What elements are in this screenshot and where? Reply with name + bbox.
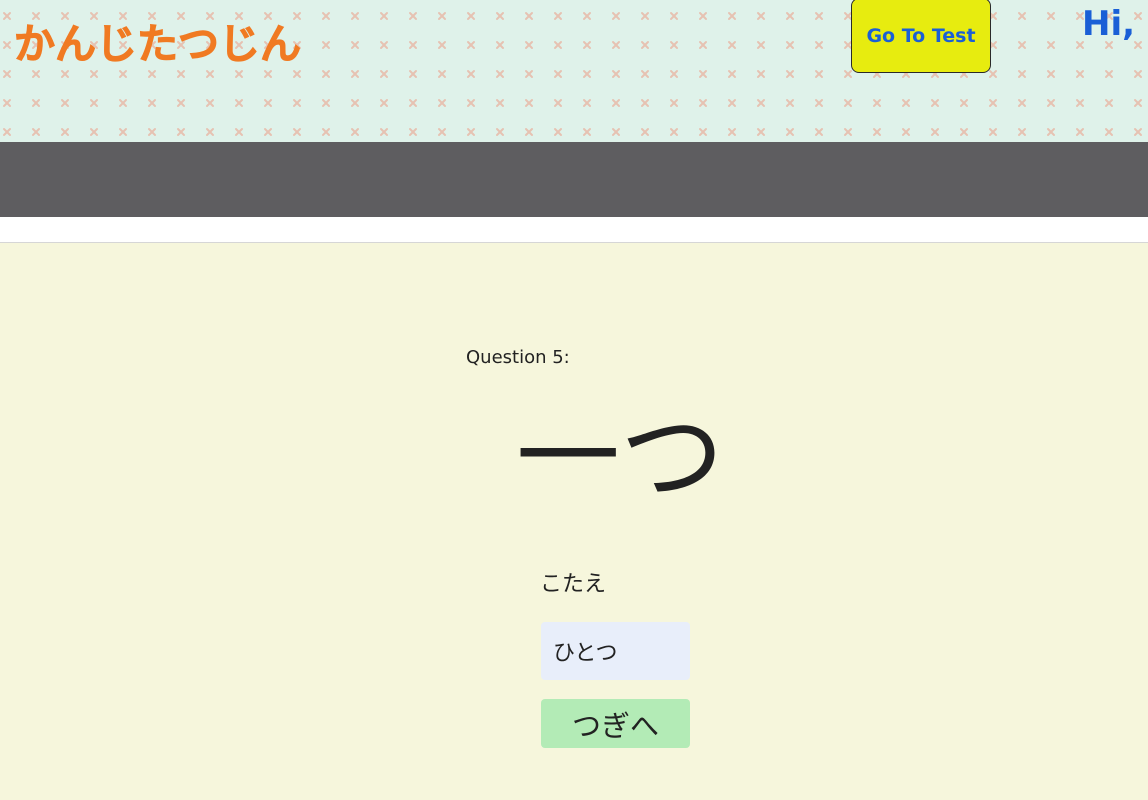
nav-bar	[0, 142, 1148, 217]
answer-label: こたえ	[540, 572, 607, 597]
question-kanji: 一つ	[516, 396, 725, 518]
question-number-label: Question 5:	[466, 347, 570, 368]
site-header: かんじたつじん Go To Test Hi,	[0, 0, 1148, 142]
answer-input[interactable]	[541, 622, 690, 680]
site-logo[interactable]: かんじたつじん	[14, 10, 302, 70]
sub-bar	[0, 217, 1148, 243]
user-greeting: Hi,	[1082, 4, 1136, 44]
go-to-test-button[interactable]: Go To Test	[851, 0, 991, 73]
next-button[interactable]: つぎへ	[541, 699, 690, 748]
